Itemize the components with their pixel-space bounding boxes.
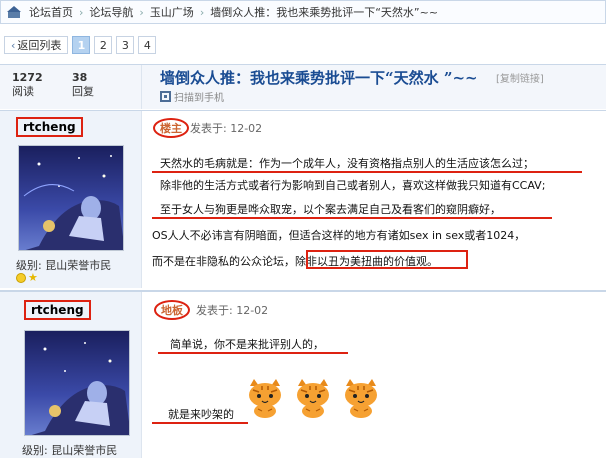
avatar[interactable] [24,330,130,436]
replies-stat: 38 回复 [72,71,132,109]
back-to-list-label: 返回列表 [17,39,62,52]
post-line: 至于女人与狗更是哗众取宠，以个案去满足自己及看客们的窥阴癖好， [160,203,501,216]
breadcrumb: 论坛首页 › 论坛导航 › 玉山广场 › 墙倒众人推：我也来乘势批评一下“天然水… [0,0,606,24]
breadcrumb-forum-home[interactable]: 论坛首页 [29,4,73,20]
annotation-box [306,250,468,269]
qr-code-icon [160,91,171,102]
annotation-underline [152,171,582,173]
cat-emoticon-icon [345,379,377,418]
breadcrumb-forum-nav[interactable]: 论坛导航 [89,4,133,20]
cat-emoticon-icon [297,379,329,418]
pager: ‹ 返回列表 1 2 3 4 [4,36,157,54]
annotation-underline [152,217,552,219]
copy-link-button[interactable]: [复制链接] [496,70,544,85]
post-author-sidebar: rtcheng 级别: 昆山荣誉市民 ★ [0,111,142,288]
annotation-underline [158,352,348,354]
post-line: OS人人不必讳言有阴暗面，但适合这样的地方有诸如sex in sex或者1024… [152,229,526,242]
post-line: 就是来吵架的 [168,408,234,421]
back-to-list-button[interactable]: ‹ 返回列表 [4,36,69,54]
breadcrumb-separator: › [79,5,84,19]
scan-label: 扫描到手机 [174,93,224,104]
thread-header: 1272 阅读 38 回复 墙倒众人推：我也来乘势批评一下“天然水 ”~~ [复… [0,64,606,109]
post-author-sidebar: rtcheng 级别: 昆山荣誉市民 [0,292,142,458]
home-icon[interactable] [7,5,21,18]
thread-title: 墙倒众人推：我也来乘势批评一下“天然水 ”~~ [160,69,478,87]
post-line: 简单说，你不是来批评别人的， [170,338,324,351]
page-3-button[interactable]: 3 [116,36,135,54]
breadcrumb-board[interactable]: 玉山广场 [150,4,194,20]
author-rank: 级别: 昆山荣誉市民 [22,444,118,457]
role-badge: 地板 [154,300,190,320]
cat-emoticon-icon [249,379,281,418]
star-icon: ★ [28,271,38,284]
replies-label: 回复 [72,85,94,98]
views-label: 阅读 [12,85,34,98]
replies-count: 38 [72,71,88,84]
post-line: 天然水的毛病就是：作为一个成年人，没有资格指点别人的生活应该怎么过； [160,157,534,170]
views-count: 1272 [12,71,43,84]
author-name[interactable]: rtcheng [16,117,83,137]
page-2-button[interactable]: 2 [94,36,113,54]
post-time: 发表于: 12-02 [196,304,269,317]
rank-icons: ★ [16,271,38,284]
breadcrumb-separator: › [139,5,144,19]
chevron-left-icon: ‹ [11,38,16,52]
page-4-button[interactable]: 4 [138,36,157,54]
post-time: 发表于: 12-02 [190,122,263,135]
thread-stats: 1272 阅读 38 回复 [0,65,142,109]
post-line: 除非他的生活方式或者行为影响到自己或者别人，喜欢这样做我只知道有CCAV; [160,179,546,192]
annotation-underline [152,422,248,424]
post: rtcheng 级别: 昆山荣誉市民 地板 发表于: 12-02 简单说，你不是… [0,290,606,458]
avatar[interactable] [18,145,124,251]
post: rtcheng 级别: 昆山荣誉市民 ★ 楼主 发表于: 12-02 天然水的毛… [0,110,606,288]
role-badge: 楼主 [153,118,189,138]
breadcrumb-current: 墙倒众人推：我也来乘势批评一下“天然水”~~ [210,6,439,19]
scan-to-phone-link[interactable]: 扫描到手机 [160,89,224,104]
views-stat: 1272 阅读 [12,71,72,109]
page-1-button[interactable]: 1 [72,36,91,54]
breadcrumb-separator: › [199,5,205,19]
smiley-icon [16,273,26,283]
author-name[interactable]: rtcheng [24,300,91,320]
